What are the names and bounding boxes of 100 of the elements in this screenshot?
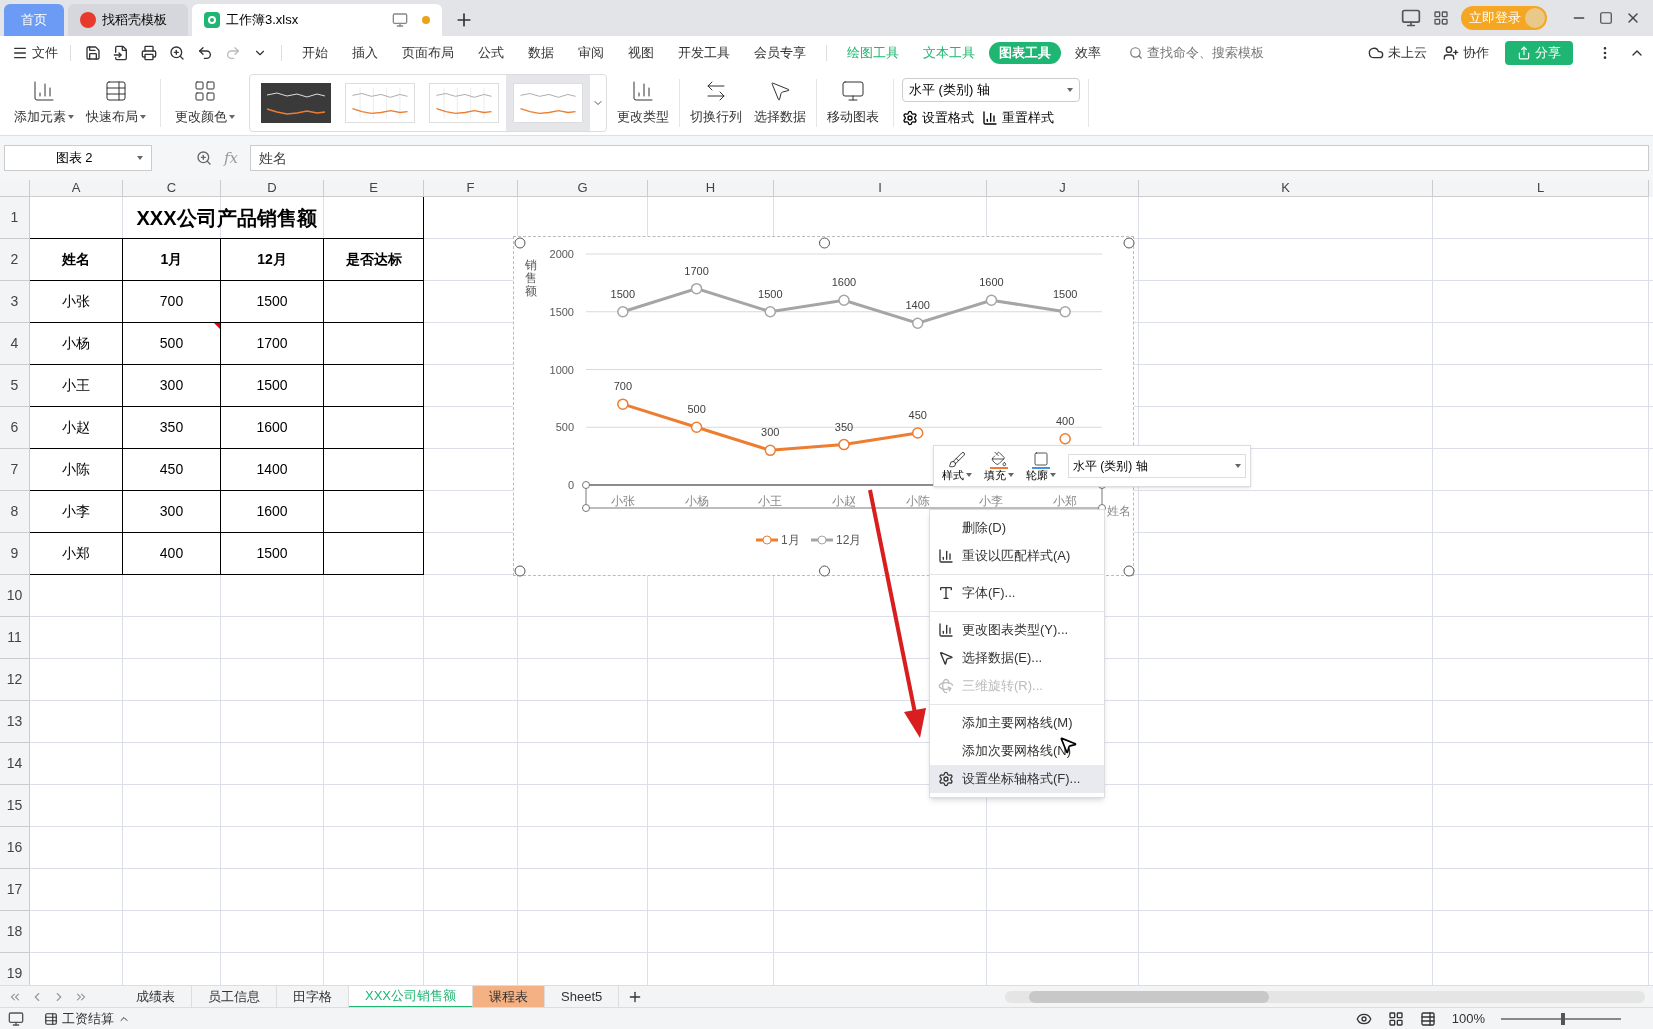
resize-handle[interactable]: [819, 237, 830, 249]
command-search-field[interactable]: 查找命令、搜索模板: [1129, 43, 1264, 63]
print-icon[interactable]: [141, 45, 157, 61]
column-header[interactable]: E: [324, 180, 424, 197]
row-header[interactable]: 6: [0, 407, 30, 449]
resize-handle[interactable]: [1123, 565, 1135, 577]
ribbon-tab[interactable]: 插入: [342, 42, 388, 64]
document-tab[interactable]: 找稻壳模板: [68, 4, 188, 36]
preview-icon[interactable]: [169, 45, 185, 61]
column-header[interactable]: I: [774, 180, 987, 197]
zoom-icon[interactable]: [196, 150, 212, 166]
row-header[interactable]: 12: [0, 659, 30, 701]
ribbon-button[interactable]: 移动图表: [821, 78, 885, 127]
resize-handle[interactable]: [1123, 237, 1135, 249]
chart-style-thumbnail[interactable]: [506, 74, 590, 131]
menu-item[interactable]: 重设以匹配样式(A): [930, 542, 1104, 570]
column-header[interactable]: H: [648, 180, 774, 197]
zoom-slider-thumb[interactable]: [1561, 1012, 1565, 1025]
undo-icon[interactable]: [197, 45, 213, 61]
resize-handle[interactable]: [819, 565, 830, 577]
ribbon-button[interactable]: 更改类型: [611, 78, 675, 127]
file-menu[interactable]: 文件: [8, 43, 62, 63]
sheet-tab[interactable]: 课程表: [473, 985, 545, 1008]
format-button[interactable]: 设置格式: [902, 107, 974, 128]
data-point: [617, 398, 629, 410]
ribbon-tab[interactable]: 视图: [618, 42, 664, 64]
column-header[interactable]: C: [123, 180, 221, 197]
row-header[interactable]: 3: [0, 281, 30, 323]
row-header[interactable]: 16: [0, 827, 30, 869]
x-tick-label: 小杨: [684, 494, 709, 508]
ribbon-tab[interactable]: 公式: [468, 42, 514, 64]
row-header[interactable]: 8: [0, 491, 30, 533]
ribbon-tab[interactable]: 页面布局: [392, 42, 464, 64]
column-header[interactable]: J: [987, 180, 1139, 197]
row-header[interactable]: 10: [0, 575, 30, 617]
row-header[interactable]: 19: [0, 953, 30, 985]
horizontal-scrollbar[interactable]: [1005, 990, 1645, 1003]
row-header[interactable]: 14: [0, 743, 30, 785]
menu-item[interactable]: 字体(F)...: [930, 579, 1104, 607]
row-header[interactable]: 4: [0, 323, 30, 365]
resize-handle[interactable]: [514, 237, 526, 249]
screen-icon[interactable]: [1401, 8, 1421, 28]
chart-element-select[interactable]: 水平 (类别) 轴: [902, 77, 1080, 102]
toolbar-link[interactable]: 未上云: [1368, 43, 1427, 63]
ribbon-tab[interactable]: 开发工具: [668, 42, 740, 64]
row-header[interactable]: 15: [0, 785, 30, 827]
row-header[interactable]: 11: [0, 617, 30, 659]
row-header[interactable]: 9: [0, 533, 30, 575]
menu-item[interactable]: 删除(D): [930, 514, 1104, 542]
resize-handle[interactable]: [514, 565, 526, 577]
monitor-icon[interactable]: [392, 12, 408, 28]
save-icon[interactable]: [85, 45, 101, 61]
row-header[interactable]: 2: [0, 239, 30, 281]
column-header[interactable]: G: [518, 180, 648, 197]
page-view-icon[interactable]: [1419, 1010, 1436, 1027]
ribbon-tab[interactable]: 数据: [518, 42, 564, 64]
normal-view-icon[interactable]: [1387, 1010, 1404, 1027]
column-header[interactable]: L: [1433, 180, 1649, 197]
menu-item[interactable]: 添加主要网格线(M): [930, 709, 1104, 737]
legend-label: 1月: [781, 533, 800, 547]
document-tab[interactable]: 工作簿3.xlsx: [192, 4, 442, 36]
column-header[interactable]: K: [1139, 180, 1433, 197]
row-header[interactable]: 18: [0, 911, 30, 953]
ribbon-button[interactable]: 添加元素: [8, 78, 80, 127]
column-header[interactable]: A: [30, 180, 123, 197]
ribbon-tab[interactable]: 审阅: [568, 42, 614, 64]
ribbon-button[interactable]: 切换行列: [684, 78, 748, 127]
ribbon-tab[interactable]: 效率: [1065, 42, 1111, 64]
ribbon-tab[interactable]: 会员专享: [744, 42, 816, 64]
name-box[interactable]: 图表 2: [4, 145, 152, 171]
format-tool-button[interactable]: 轮廓: [1022, 450, 1060, 482]
ribbon-button[interactable]: 更改颜色: [169, 78, 241, 127]
ribbon-tab[interactable]: 开始: [292, 42, 338, 64]
export-icon[interactable]: [113, 45, 129, 61]
ribbon-button[interactable]: 选择数据: [748, 78, 812, 127]
menu-item[interactable]: 更改图表类型(Y)...: [930, 616, 1104, 644]
row-header[interactable]: 13: [0, 701, 30, 743]
row-header[interactable]: 7: [0, 449, 30, 491]
row-header[interactable]: 17: [0, 869, 30, 911]
format-tool-button[interactable]: 填充: [980, 450, 1018, 482]
formula-field[interactable]: 姓名: [250, 145, 1649, 171]
data-point: [764, 444, 777, 457]
table-title: XXX公司产品销售额: [30, 197, 424, 239]
format-button[interactable]: 重置样式: [982, 107, 1054, 128]
ribbon-button[interactable]: 快速布局: [80, 78, 152, 127]
menu-item[interactable]: 选择数据(E)...: [930, 644, 1104, 672]
toolbar-link[interactable]: 协作: [1443, 43, 1489, 63]
maximize-icon[interactable]: [1599, 11, 1613, 25]
macro-icon[interactable]: [8, 1010, 24, 1027]
table-cell: 500: [123, 323, 221, 365]
macro-button[interactable]: 工资结算: [44, 1008, 130, 1029]
zoom-level[interactable]: 100%: [1451, 1008, 1485, 1029]
row-header[interactable]: 5: [0, 365, 30, 407]
row-header[interactable]: 1: [0, 197, 30, 239]
element-select[interactable]: 水平 (类别) 轴: [1068, 454, 1246, 478]
menu-item[interactable]: 设置坐标轴格式(F)...: [930, 765, 1104, 793]
format-tool-button[interactable]: 样式: [938, 450, 976, 482]
column-header[interactable]: F: [424, 180, 518, 197]
grid-icon[interactable]: [1433, 10, 1449, 26]
column-header[interactable]: D: [221, 180, 324, 197]
